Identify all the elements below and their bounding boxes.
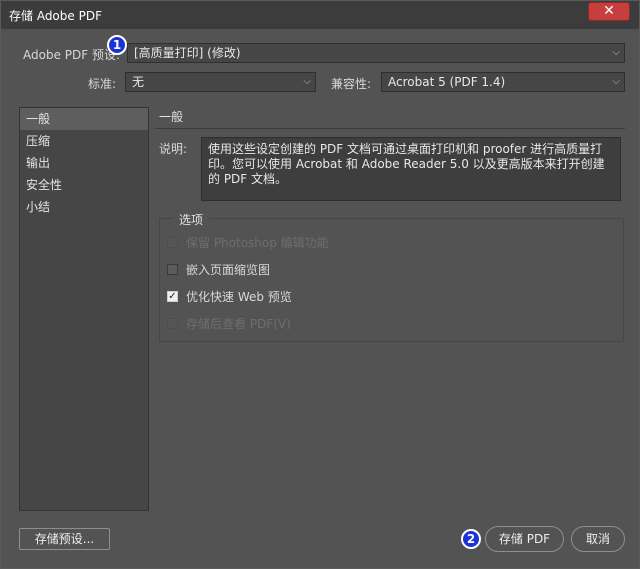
nav-item-output[interactable]: 输出	[20, 152, 148, 174]
preset-label: Adobe PDF 预设:	[23, 48, 121, 62]
preset-select[interactable]: [高质量打印] (修改) ⌵	[127, 43, 625, 63]
option-label: 优化快速 Web 预览	[186, 290, 292, 304]
standard-value: 无	[132, 75, 145, 89]
nav-item-general[interactable]: 一般	[20, 108, 148, 130]
callout-marker-1: 1	[107, 35, 127, 55]
checkbox-checked[interactable]: ✓	[167, 291, 178, 302]
checkbox[interactable]	[167, 318, 178, 329]
save-preset-button[interactable]: 存储预设...	[19, 528, 110, 550]
cancel-button[interactable]: 取消	[571, 526, 625, 552]
divider	[155, 128, 625, 129]
checkbox[interactable]	[167, 237, 178, 248]
description-label: 说明:	[159, 142, 188, 156]
preset-value: [高质量打印] (修改)	[134, 46, 241, 60]
nav-item-compression[interactable]: 压缩	[20, 130, 148, 152]
save-pdf-button[interactable]: 存储 PDF	[485, 526, 564, 552]
category-list: 一般 压缩 输出 安全性 小结	[19, 107, 149, 511]
compat-label: 兼容性:	[331, 77, 372, 91]
option-label: 嵌入页面缩览图	[186, 263, 271, 277]
option-view-after-save[interactable]: 存储后查看 PDF(V)	[167, 316, 291, 332]
compat-value: Acrobat 5 (PDF 1.4)	[388, 75, 506, 89]
close-button[interactable]: ✕	[588, 2, 630, 21]
panel-title: 一般	[159, 110, 184, 124]
options-title: 选项	[173, 211, 210, 228]
chevron-down-icon: ⌵	[612, 76, 620, 87]
option-embed-thumbnails[interactable]: 嵌入页面缩览图	[167, 262, 270, 278]
compat-select[interactable]: Acrobat 5 (PDF 1.4) ⌵	[381, 72, 625, 92]
check-icon: ✓	[168, 291, 177, 302]
option-fast-web-view[interactable]: ✓ 优化快速 Web 预览	[167, 289, 292, 305]
nav-item-security[interactable]: 安全性	[20, 174, 148, 196]
title-bar: 存储 Adobe PDF ✕	[1, 1, 639, 29]
standard-label: 标准:	[88, 77, 117, 91]
save-pdf-dialog: 存储 Adobe PDF ✕ Adobe PDF 预设: [高质量打印] (修改…	[0, 0, 640, 569]
option-label: 保留 Photoshop 编辑功能	[186, 236, 329, 250]
chevron-down-icon: ⌵	[303, 76, 311, 87]
nav-item-summary[interactable]: 小结	[20, 196, 148, 218]
callout-marker-2: 2	[461, 529, 481, 549]
chevron-down-icon: ⌵	[612, 47, 620, 58]
option-label: 存储后查看 PDF(V)	[186, 317, 291, 331]
standard-select[interactable]: 无 ⌵	[125, 72, 316, 92]
description-text: 使用这些设定创建的 PDF 文档可通过桌面打印机和 proofer 进行高质量打…	[201, 137, 621, 201]
option-preserve-editing[interactable]: 保留 Photoshop 编辑功能	[167, 235, 329, 251]
checkbox[interactable]	[167, 264, 178, 275]
dialog-title: 存储 Adobe PDF	[9, 9, 102, 23]
